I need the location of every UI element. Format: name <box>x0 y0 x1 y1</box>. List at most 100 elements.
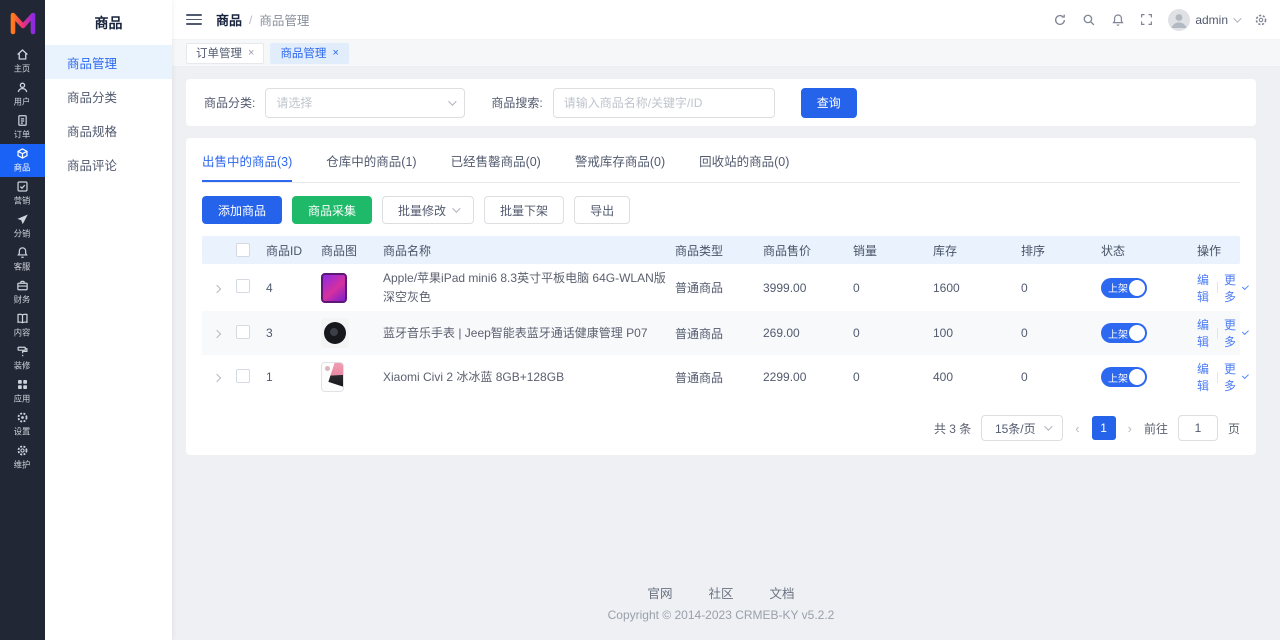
settings-gear-icon <box>16 411 29 424</box>
submenu-item-goods-management[interactable]: 商品管理 <box>45 45 172 79</box>
edit-link[interactable]: 编辑 <box>1197 360 1210 394</box>
breadcrumb-root[interactable]: 商品 <box>216 10 242 29</box>
tab-in-warehouse[interactable]: 仓库中的商品(1) <box>326 138 416 182</box>
prev-page-icon[interactable]: ‹ <box>1073 421 1081 436</box>
sidebar-item-distribution[interactable]: 分销 <box>0 210 45 243</box>
goods-sort: 0 <box>1017 370 1097 384</box>
goods-name: Apple/苹果iPad mini6 8.3英寸平板电脑 64G-WLAN版 深… <box>379 269 671 306</box>
site-settings-icon[interactable] <box>1254 13 1268 27</box>
sidebar-item-maintenance[interactable]: 维护 <box>0 441 45 474</box>
collapse-menu-icon[interactable] <box>186 14 202 25</box>
status-toggle[interactable]: 上架 <box>1101 367 1147 387</box>
sidebar-item-decoration[interactable]: 装修 <box>0 342 45 375</box>
goods-id: 4 <box>262 281 317 295</box>
search-icon[interactable] <box>1082 13 1096 27</box>
submenu-item-goods-review[interactable]: 商品评论 <box>45 147 172 181</box>
goods-stock: 400 <box>929 370 1017 384</box>
sidebar-item-marketing[interactable]: 营销 <box>0 177 45 210</box>
table-row: 1 Xiaomi Civi 2 冰冰蓝 8GB+128GB 普通商品 2299.… <box>202 355 1240 399</box>
brand-logo[interactable] <box>0 0 45 45</box>
select-all-checkbox[interactable] <box>236 243 250 257</box>
goods-status-tabs: 出售中的商品(3) 仓库中的商品(1) 已经售罄商品(0) 警戒库存商品(0) … <box>202 138 1240 183</box>
search-input[interactable] <box>553 88 775 118</box>
close-icon[interactable]: × <box>248 47 254 59</box>
page-size-select[interactable]: 15条/页 <box>981 415 1063 441</box>
add-goods-button[interactable]: 添加商品 <box>202 196 282 224</box>
maintenance-gear-icon <box>16 444 29 457</box>
footer-link-official-site[interactable]: 官网 <box>647 583 672 602</box>
goto-label: 前往 <box>1144 420 1168 437</box>
tab-order-management[interactable]: 订单管理 × <box>186 43 264 64</box>
next-page-icon[interactable]: › <box>1126 421 1134 436</box>
collect-goods-button[interactable]: 商品采集 <box>292 196 372 224</box>
apps-grid-icon <box>16 378 29 391</box>
goto-page-input[interactable] <box>1178 415 1218 441</box>
chevron-down-icon <box>449 97 457 105</box>
status-toggle[interactable]: 上架 <box>1101 278 1147 298</box>
tab-sold-out[interactable]: 已经售罄商品(0) <box>451 138 541 182</box>
pagination: 共 3 条 15条/页 ‹ 1 › 前往 页 <box>202 415 1240 441</box>
phone-product-photo[interactable] <box>321 362 344 392</box>
col-header-price: 商品售价 <box>759 242 849 259</box>
batch-edit-button[interactable]: 批量修改 <box>382 196 474 224</box>
close-icon[interactable]: × <box>332 47 338 59</box>
tab-on-sale[interactable]: 出售中的商品(3) <box>202 138 292 182</box>
search-filter-label: 商品搜索: <box>491 94 542 111</box>
submenu-item-goods-spec[interactable]: 商品规格 <box>45 113 172 147</box>
col-header-sales: 销量 <box>849 242 929 259</box>
category-select[interactable]: 请选择 <box>265 88 465 118</box>
goods-sales: 0 <box>849 326 929 340</box>
sidebar-item-settings[interactable]: 设置 <box>0 408 45 441</box>
filter-panel: 商品分类: 请选择 商品搜索: 查询 <box>186 79 1256 126</box>
total-count: 共 3 条 <box>934 420 971 437</box>
col-header-name: 商品名称 <box>379 242 671 259</box>
col-header-stock: 库存 <box>929 242 1017 259</box>
goods-price: 3999.00 <box>759 281 849 295</box>
footer-link-docs[interactable]: 文档 <box>770 583 795 602</box>
page-number-button[interactable]: 1 <box>1092 416 1116 440</box>
ipad-product-photo[interactable] <box>321 273 347 303</box>
refresh-icon[interactable] <box>1053 13 1067 27</box>
status-toggle[interactable]: 上架 <box>1101 323 1147 343</box>
sidebar-item-service[interactable]: 客服 <box>0 243 45 276</box>
open-tabs-bar: 订单管理 × 商品管理 × <box>172 40 1280 67</box>
col-header-type: 商品类型 <box>671 242 759 259</box>
footer-link-community[interactable]: 社区 <box>708 583 733 602</box>
sidebar-item-apps[interactable]: 应用 <box>0 375 45 408</box>
edit-link[interactable]: 编辑 <box>1197 271 1210 305</box>
row-checkbox[interactable] <box>236 325 250 339</box>
expand-row-icon[interactable] <box>213 330 221 338</box>
notification-bell-icon[interactable] <box>1111 13 1125 27</box>
search-button[interactable]: 查询 <box>801 88 857 118</box>
sidebar-item-users[interactable]: 用户 <box>0 78 45 111</box>
user-menu[interactable]: admin <box>1168 9 1239 31</box>
expand-row-icon[interactable] <box>213 374 221 382</box>
decoration-paint-icon <box>16 345 29 358</box>
sidebar-item-home[interactable]: 主页 <box>0 45 45 78</box>
sidebar-item-orders[interactable]: 订单 <box>0 111 45 144</box>
submenu-item-goods-category[interactable]: 商品分类 <box>45 79 172 113</box>
expand-row-icon[interactable] <box>213 284 221 292</box>
more-link[interactable]: 更多 <box>1224 316 1246 350</box>
copyright-text: Copyright © 2014-2023 CRMEB-KY v5.2.2 <box>186 608 1256 622</box>
sidebar-item-finance[interactable]: 财务 <box>0 276 45 309</box>
tab-goods-management[interactable]: 商品管理 × <box>270 43 348 64</box>
fullscreen-icon[interactable] <box>1140 13 1153 26</box>
tab-recycle-bin[interactable]: 回收站的商品(0) <box>699 138 789 182</box>
batch-off-shelf-button[interactable]: 批量下架 <box>484 196 564 224</box>
col-header-status: 状态 <box>1097 242 1193 259</box>
sidebar-item-goods[interactable]: 商品 <box>0 144 45 177</box>
goods-id: 1 <box>262 370 317 384</box>
sidebar-item-content[interactable]: 内容 <box>0 309 45 342</box>
more-link[interactable]: 更多 <box>1224 271 1246 305</box>
tab-low-stock[interactable]: 警戒库存商品(0) <box>575 138 665 182</box>
content-book-icon <box>16 312 29 325</box>
row-checkbox[interactable] <box>236 279 250 293</box>
row-checkbox[interactable] <box>236 369 250 383</box>
more-link[interactable]: 更多 <box>1224 360 1246 394</box>
smartwatch-product-photo[interactable] <box>321 318 349 348</box>
edit-link[interactable]: 编辑 <box>1197 316 1210 350</box>
breadcrumb-page: 商品管理 <box>259 10 309 29</box>
col-header-image: 商品图 <box>317 242 379 259</box>
export-button[interactable]: 导出 <box>574 196 630 224</box>
